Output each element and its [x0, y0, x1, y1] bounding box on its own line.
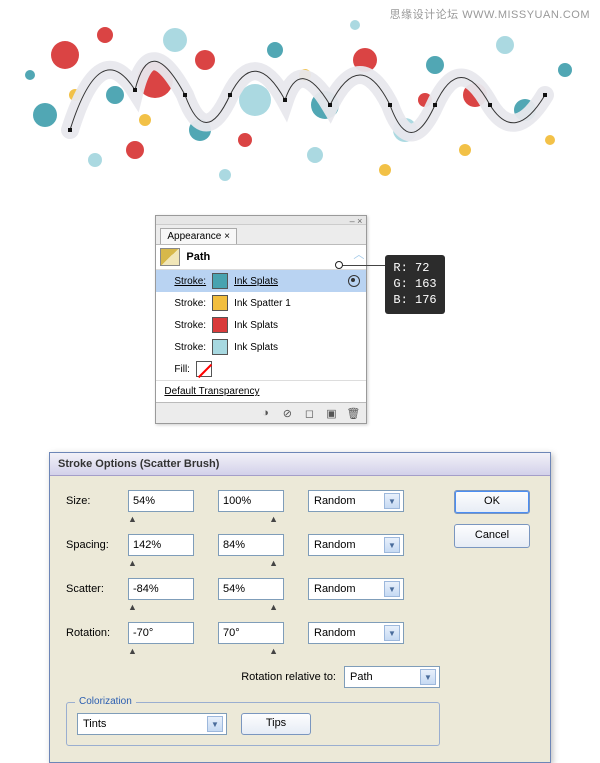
- size-input-2[interactable]: [218, 490, 284, 512]
- swatch-yellow[interactable]: [212, 295, 228, 311]
- rotation-input-1[interactable]: [128, 622, 194, 644]
- chevron-up-icon[interactable]: ︿: [353, 246, 364, 262]
- combo-text: Random: [314, 627, 356, 639]
- stroke-row-1[interactable]: Stroke: Ink Spatter 1: [156, 292, 366, 314]
- combo-text: Random: [314, 583, 356, 595]
- stroke-label: Stroke:: [174, 320, 206, 331]
- swatch-none[interactable]: [196, 361, 212, 377]
- toggle-icon[interactable]: ◑: [258, 406, 272, 420]
- rotation-rel-combo[interactable]: Path ▼: [344, 666, 440, 688]
- brush-name: Ink Splats: [234, 320, 278, 331]
- panel-grip[interactable]: – ×: [156, 216, 366, 225]
- swatch-red[interactable]: [212, 317, 228, 333]
- rgb-r: R: 72: [393, 260, 436, 276]
- tips-button[interactable]: Tips: [241, 713, 311, 735]
- spacing-input-1[interactable]: [128, 534, 194, 556]
- fill-label: Fill:: [174, 364, 190, 375]
- size-slider[interactable]: ▲▲: [128, 514, 278, 524]
- combo-text: Random: [314, 495, 356, 507]
- stroke-label: Stroke:: [174, 342, 206, 353]
- rotation-mode-combo[interactable]: Random ▼: [308, 622, 404, 644]
- combo-text: Path: [350, 671, 373, 683]
- chevron-down-icon: ▼: [384, 625, 400, 641]
- appearance-tab[interactable]: Appearance ×: [160, 228, 237, 244]
- rotation-label: Rotation:: [66, 627, 128, 639]
- scatter-slider[interactable]: ▲▲: [128, 602, 278, 612]
- brush-name: Ink Splats: [234, 342, 278, 353]
- size-row: Size: Random ▼: [66, 490, 440, 512]
- stroke-options-dialog: Stroke Options (Scatter Brush) Size: Ran…: [49, 452, 551, 763]
- combo-text: Random: [314, 539, 356, 551]
- duplicate-icon[interactable]: ◻: [302, 406, 316, 420]
- stroke-row-3[interactable]: Stroke: Ink Splats: [156, 336, 366, 358]
- rotation-row: Rotation: Random ▼: [66, 622, 440, 644]
- ok-button[interactable]: OK: [454, 490, 530, 514]
- colorization-legend: Colorization: [75, 696, 136, 707]
- spacing-slider[interactable]: ▲▲: [128, 558, 278, 568]
- scatter-input-2[interactable]: [218, 578, 284, 600]
- chevron-down-icon: ▼: [384, 581, 400, 597]
- combo-text: Tints: [83, 718, 106, 730]
- panel-minimize-close[interactable]: – ×: [350, 216, 363, 226]
- size-label: Size:: [66, 495, 128, 507]
- scatter-row: Scatter: Random ▼: [66, 578, 440, 600]
- spacing-row: Spacing: Random ▼: [66, 534, 440, 556]
- swatch-teal[interactable]: [212, 273, 228, 289]
- stroke-row-2[interactable]: Stroke: Ink Splats: [156, 314, 366, 336]
- paint-splat-art: [5, 0, 595, 200]
- appearance-panel: – × Appearance × ︿ Path Stroke: Ink Spla…: [155, 215, 367, 424]
- chevron-down-icon: ▼: [420, 669, 436, 685]
- chevron-down-icon: ▼: [384, 537, 400, 553]
- default-transparency[interactable]: Default Transparency: [156, 380, 366, 402]
- stroke-label: Stroke:: [174, 276, 206, 287]
- spacing-input-2[interactable]: [218, 534, 284, 556]
- dialog-title: Stroke Options (Scatter Brush): [50, 453, 550, 476]
- spacing-label: Spacing:: [66, 539, 128, 551]
- rgb-b: B: 176: [393, 292, 436, 308]
- tab-label: Appearance: [167, 231, 221, 242]
- trash-icon[interactable]: 🗑: [346, 406, 360, 420]
- path-thumbnail: [160, 248, 180, 266]
- new-icon[interactable]: ▣: [324, 406, 338, 420]
- brush-name: Ink Spatter 1: [234, 298, 291, 309]
- target-icon[interactable]: [348, 275, 360, 287]
- rotation-slider[interactable]: ▲▲: [128, 646, 278, 656]
- chevron-down-icon: ▼: [384, 493, 400, 509]
- rotation-input-2[interactable]: [218, 622, 284, 644]
- cancel-button[interactable]: Cancel: [454, 524, 530, 548]
- swatch-lightblue[interactable]: [212, 339, 228, 355]
- artwork-canvas: [5, 0, 595, 200]
- colorization-method-combo[interactable]: Tints ▼: [77, 713, 227, 735]
- colorization-fieldset: Colorization Tints ▼ Tips: [66, 702, 440, 746]
- stroke-row-0[interactable]: Stroke: Ink Splats: [156, 270, 366, 292]
- size-mode-combo[interactable]: Random ▼: [308, 490, 404, 512]
- stroke-label: Stroke:: [174, 298, 206, 309]
- rotation-relative-row: Rotation relative to: Path ▼: [66, 666, 440, 688]
- size-input-1[interactable]: [128, 490, 194, 512]
- rgb-g: G: 163: [393, 276, 436, 292]
- not-allowed-icon[interactable]: ⊘: [280, 406, 294, 420]
- scatter-label: Scatter:: [66, 583, 128, 595]
- brush-name: Ink Splats: [234, 276, 278, 287]
- rgb-tooltip: R: 72 G: 163 B: 176: [385, 255, 444, 314]
- panel-footer: ◑ ⊘ ◻ ▣ 🗑: [156, 402, 366, 423]
- rotation-rel-label: Rotation relative to:: [241, 671, 336, 683]
- scatter-input-1[interactable]: [128, 578, 194, 600]
- spacing-mode-combo[interactable]: Random ▼: [308, 534, 404, 556]
- path-label: Path: [186, 251, 210, 263]
- scatter-mode-combo[interactable]: Random ▼: [308, 578, 404, 600]
- fill-row[interactable]: Fill:: [156, 358, 366, 380]
- chevron-down-icon: ▼: [207, 716, 223, 732]
